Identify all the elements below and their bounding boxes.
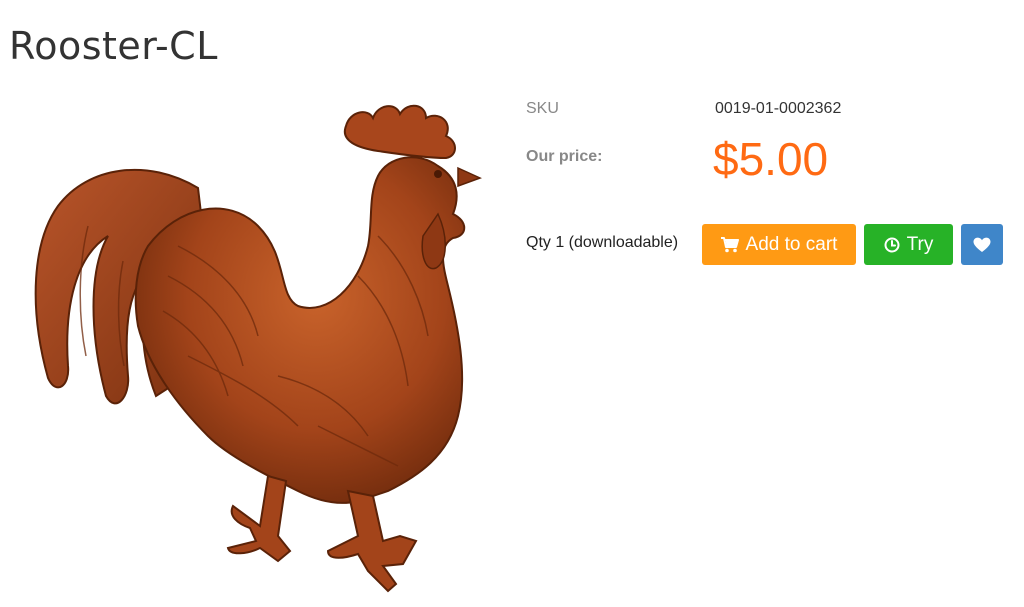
sku-value: 0019-01-0002362 (715, 100, 842, 117)
price-value: $5.00 (713, 133, 829, 185)
product-image[interactable] (28, 96, 488, 601)
rooster-illustration (34, 104, 482, 593)
heart-icon (973, 237, 991, 253)
quantity-text: Qty 1 (downloadable) (526, 234, 679, 251)
cart-icon (720, 236, 739, 253)
add-to-cart-button[interactable]: Add to cart (702, 224, 856, 265)
price-label: Our price: (526, 148, 603, 165)
sku-row: SKU 0019-01-0002362 (526, 100, 1016, 124)
clock-icon (884, 237, 900, 253)
price-row: Our price: $5.00 (526, 132, 1016, 188)
add-to-cart-label: Add to cart (745, 233, 838, 255)
wishlist-button[interactable] (961, 224, 1003, 265)
try-button[interactable]: Try (864, 224, 953, 265)
product-page: Rooster-CL SKU 0019-01-0002362 Our price… (0, 0, 1024, 607)
purchase-row: Qty 1 (downloadable) Add to cart Try (526, 224, 1016, 266)
sku-label: SKU (526, 100, 559, 117)
page-title: Rooster-CL (9, 24, 218, 68)
try-label: Try (906, 233, 934, 255)
